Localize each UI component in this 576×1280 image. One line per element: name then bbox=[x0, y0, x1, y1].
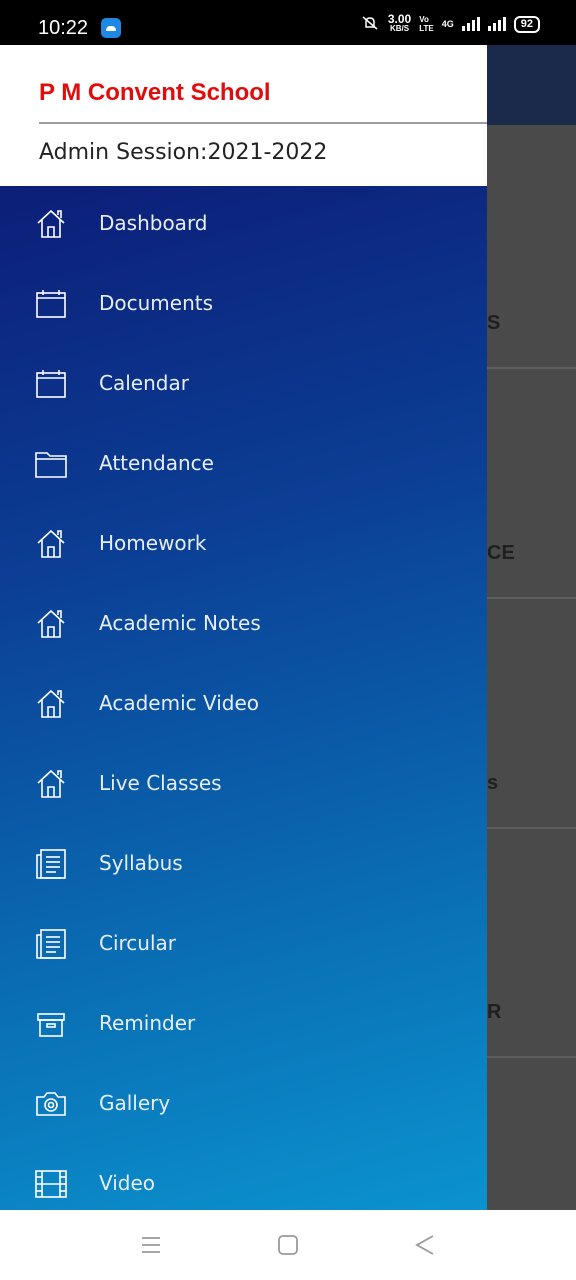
menu-item-syllabus[interactable]: Syllabus bbox=[0, 826, 487, 906]
square-icon bbox=[278, 1235, 298, 1255]
menu-item-label: Circular bbox=[99, 931, 177, 955]
signal-icon bbox=[461, 17, 480, 31]
speed-unit: KB/S bbox=[389, 24, 410, 33]
menu-item-label: Attendance bbox=[99, 451, 214, 475]
background-divider bbox=[487, 827, 576, 829]
signal-icon-2 bbox=[487, 17, 506, 31]
menu-item-label: Documents bbox=[99, 291, 214, 315]
menu-item-label: Gallery bbox=[99, 1091, 171, 1115]
home-button[interactable] bbox=[276, 1233, 300, 1257]
back-icon bbox=[415, 1235, 434, 1255]
background-divider bbox=[487, 597, 576, 599]
camera-icon bbox=[34, 1087, 68, 1121]
volte-bottom: LTE bbox=[419, 24, 434, 33]
menu-item-label: Live Classes bbox=[99, 771, 222, 795]
drawer-header: P M Convent School Admin Session:2021-20… bbox=[0, 45, 487, 186]
menu-item-documents[interactable]: Documents bbox=[0, 266, 487, 346]
drawer-menu: Dashboard Documents Calendar Attendance … bbox=[0, 186, 487, 1210]
menu-item-calendar[interactable]: Calendar bbox=[0, 346, 487, 426]
menu-item-label: Syllabus bbox=[99, 851, 183, 875]
archive-icon bbox=[34, 1007, 68, 1041]
background-screen: S CE s R bbox=[487, 45, 576, 1210]
menu-item-label: Academic Video bbox=[99, 691, 260, 715]
background-text: CE bbox=[487, 542, 515, 564]
menu-item-label: Calendar bbox=[99, 371, 189, 395]
menu-item-attendance[interactable]: Attendance bbox=[0, 426, 487, 506]
menu-item-academic-video[interactable]: Academic Video bbox=[0, 666, 487, 746]
home-icon bbox=[34, 527, 68, 561]
menu-item-label: Video bbox=[99, 1171, 156, 1195]
home-icon bbox=[34, 207, 68, 241]
background-text: S bbox=[487, 312, 501, 334]
calendar-icon bbox=[34, 287, 68, 321]
document-icon bbox=[34, 847, 68, 881]
network-type: 4G bbox=[441, 19, 454, 29]
volte-top: Vo bbox=[419, 15, 429, 24]
school-name: P M Convent School bbox=[39, 79, 271, 106]
system-navigation-bar bbox=[0, 1210, 576, 1280]
clock: 10:22 bbox=[38, 17, 89, 39]
speed-value: 3.00 bbox=[387, 12, 412, 26]
network-speed: 3.00 KB/S bbox=[387, 12, 412, 34]
status-icons: 3.00 KB/S Vo LTE 4G 92 bbox=[360, 12, 540, 34]
menu-item-gallery[interactable]: Gallery bbox=[0, 1066, 487, 1146]
home-icon bbox=[34, 687, 68, 721]
background-text: s bbox=[487, 772, 499, 794]
menu-item-label: Dashboard bbox=[99, 211, 208, 235]
calendar-icon bbox=[34, 367, 68, 401]
menu-item-reminder[interactable]: Reminder bbox=[0, 986, 487, 1066]
menu-item-video[interactable]: Video bbox=[0, 1146, 487, 1210]
menu-item-live-classes[interactable]: Live Classes bbox=[0, 746, 487, 826]
mute-icon bbox=[360, 15, 380, 34]
menu-item-label: Homework bbox=[99, 531, 207, 555]
battery-icon: 92 bbox=[513, 15, 540, 33]
home-icon bbox=[34, 767, 68, 801]
background-app-bar bbox=[487, 45, 576, 125]
menu-item-academic-notes[interactable]: Academic Notes bbox=[0, 586, 487, 666]
folder-icon bbox=[34, 447, 68, 481]
film-icon bbox=[34, 1167, 68, 1201]
background-divider bbox=[487, 1056, 576, 1058]
volte-indicator: Vo LTE bbox=[419, 15, 434, 33]
session-label: Admin Session:2021-2022 bbox=[39, 140, 328, 165]
background-text: R bbox=[487, 1001, 502, 1023]
menu-item-homework[interactable]: Homework bbox=[0, 506, 487, 586]
menu-button[interactable] bbox=[139, 1233, 163, 1257]
menu-item-label: Academic Notes bbox=[99, 611, 261, 635]
back-button[interactable] bbox=[413, 1233, 437, 1257]
menu-icon bbox=[142, 1237, 160, 1253]
menu-item-circular[interactable]: Circular bbox=[0, 906, 487, 986]
background-divider bbox=[487, 367, 576, 369]
header-divider bbox=[39, 122, 487, 124]
menu-item-dashboard[interactable]: Dashboard bbox=[0, 186, 487, 266]
document-icon bbox=[34, 927, 68, 961]
status-bar: 10:22 3.00 KB/S Vo LTE 4G 92 bbox=[0, 0, 576, 45]
navigation-drawer: P M Convent School Admin Session:2021-20… bbox=[0, 45, 487, 1210]
home-icon bbox=[34, 607, 68, 641]
menu-item-label: Reminder bbox=[99, 1011, 196, 1035]
app-notification-icon bbox=[101, 18, 121, 38]
